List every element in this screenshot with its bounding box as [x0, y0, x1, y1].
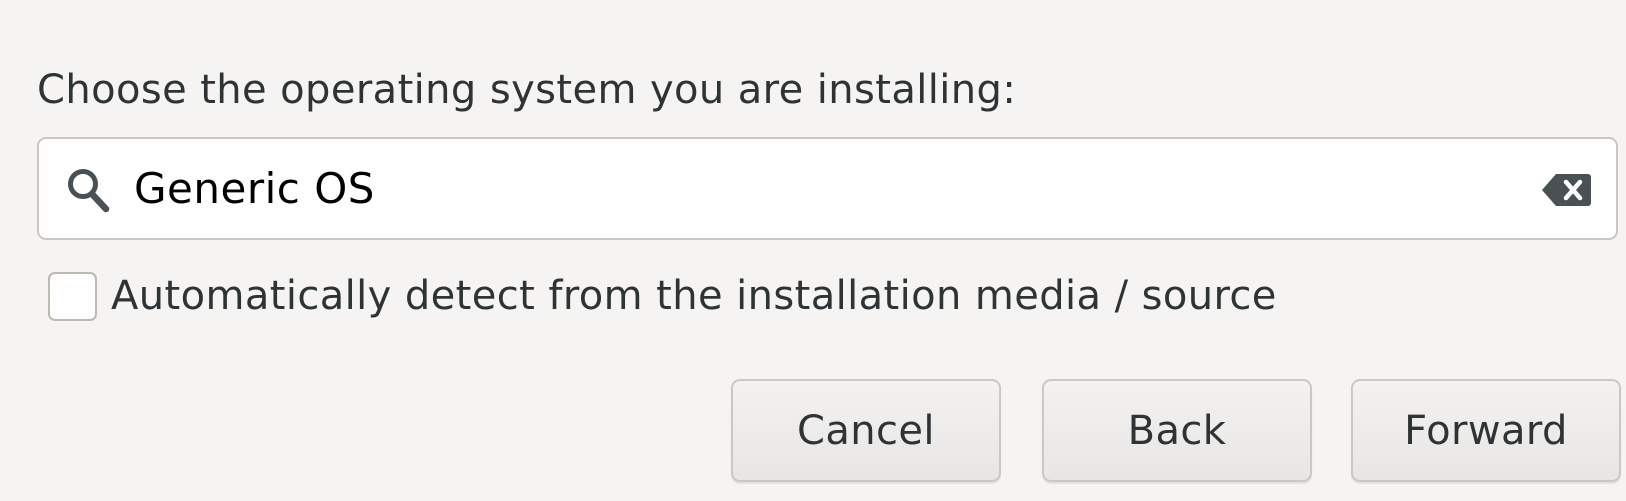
back-button[interactable]: Back — [1042, 379, 1312, 482]
search-icon — [66, 167, 110, 213]
os-prompt-label: Choose the operating system you are inst… — [37, 67, 1017, 113]
clear-entry-icon[interactable] — [1540, 172, 1592, 208]
auto-detect-option[interactable]: Automatically detect from the installati… — [48, 268, 1277, 324]
os-search-value[interactable]: Generic OS — [134, 159, 375, 219]
os-search-entry[interactable]: Generic OS — [37, 137, 1618, 240]
forward-button[interactable]: Forward — [1351, 379, 1621, 482]
auto-detect-checkbox[interactable] — [48, 271, 97, 321]
cancel-button[interactable]: Cancel — [731, 379, 1001, 482]
auto-detect-label[interactable]: Automatically detect from the installati… — [111, 268, 1277, 324]
